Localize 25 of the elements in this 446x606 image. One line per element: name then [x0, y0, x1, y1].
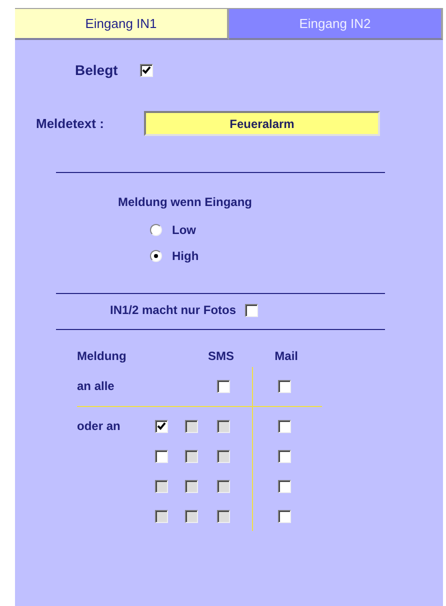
checkbox[interactable] — [245, 304, 258, 316]
radio-label: High — [172, 249, 199, 263]
radio-label: Low — [172, 223, 196, 237]
radio-button[interactable] — [150, 250, 162, 262]
checkbox[interactable] — [140, 64, 153, 76]
checkbox[interactable] — [278, 380, 291, 392]
checkbox[interactable] — [155, 450, 168, 462]
checkbox[interactable] — [278, 450, 291, 462]
checkbox[interactable] — [155, 420, 168, 432]
checkbox[interactable] — [217, 380, 230, 392]
column-header: Meldung — [77, 349, 128, 363]
column-header: Mail — [274, 349, 298, 363]
row-label: oder an — [77, 419, 122, 433]
radio-button[interactable] — [150, 224, 162, 236]
input-field[interactable]: Feueralarm — [144, 111, 380, 136]
photos-only-label: IN1/2 macht nur Fotos — [110, 303, 236, 317]
tab[interactable]: Eingang IN1 — [15, 8, 229, 40]
belegt-label: Belegt — [75, 62, 118, 78]
checkbox[interactable] — [278, 480, 291, 492]
column-header: SMS — [208, 349, 234, 363]
checkbox[interactable] — [278, 510, 291, 522]
meldetext-label: Meldetext : — [36, 116, 105, 131]
checkbox[interactable] — [278, 420, 291, 432]
row-label: an alle — [77, 379, 116, 393]
section-title: Meldung wenn Eingang — [118, 195, 252, 209]
